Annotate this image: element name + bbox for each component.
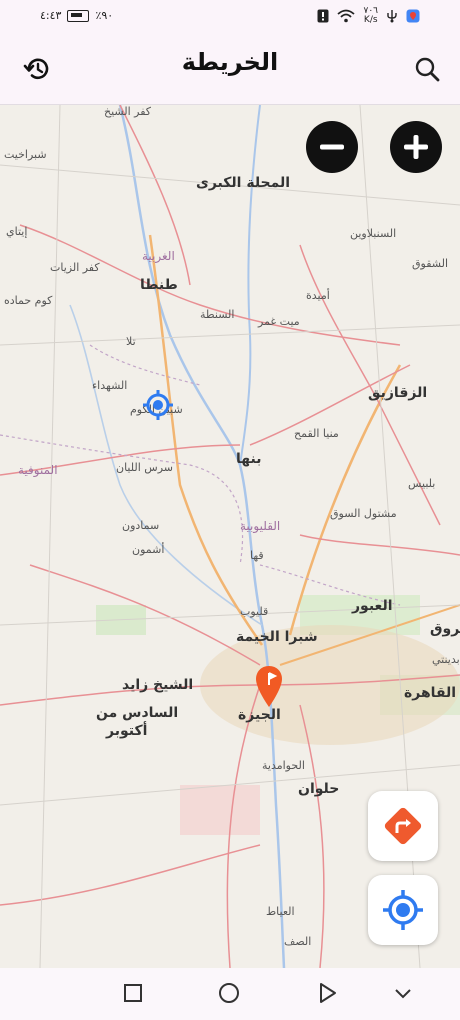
triangle-icon[interactable] <box>314 980 340 1006</box>
map-label: الشهداء <box>92 379 128 392</box>
map-label: العبور <box>352 598 393 614</box>
zoom-in-button[interactable] <box>390 121 442 173</box>
map-label: الجيزة <box>238 707 281 723</box>
map-view[interactable]: كفر الشيخ شبراخيت المحلة الكبرى السنبلاو… <box>0 105 460 968</box>
map-label: شبرا الخيمة <box>236 629 318 645</box>
circle-icon[interactable] <box>216 980 242 1006</box>
maps-notification-icon <box>406 9 420 23</box>
my-location-icon <box>383 890 423 930</box>
map-label: منيا القمح <box>294 427 339 440</box>
alert-icon <box>317 9 329 23</box>
page-title: الخريطة <box>181 48 279 76</box>
search-icon[interactable] <box>412 54 442 84</box>
current-location-icon[interactable] <box>142 389 174 421</box>
system-nav-bar <box>0 968 460 1020</box>
usb-icon <box>387 10 397 23</box>
map-label: أكتوبر <box>106 723 148 739</box>
map-label: الحوامدية <box>262 759 305 772</box>
map-label: العياط <box>266 905 295 918</box>
map-label: السادس من <box>96 705 179 721</box>
map-label: الشيخ زايد <box>122 677 194 693</box>
map-label: الزقازيق <box>368 385 428 401</box>
battery-icon <box>67 9 90 22</box>
status-right: ٧٠٦ K/s <box>317 7 420 25</box>
map-label: شبراخيت <box>4 148 47 161</box>
map-label: أشمون <box>132 543 165 556</box>
location-pin-icon[interactable] <box>254 665 284 709</box>
app-bar: الخريطة <box>0 34 460 105</box>
map-label: السنبلاوين <box>350 227 397 240</box>
battery-percent: ٪٩٠ <box>95 9 114 22</box>
map-label: كفر الزيات <box>50 261 100 274</box>
directions-icon <box>384 807 422 845</box>
zoom-out-button[interactable] <box>306 121 358 173</box>
net-speed: ٧٠٦ K/s <box>363 7 378 25</box>
map-label: بنها <box>236 451 262 467</box>
map-label: إيتاي <box>6 225 28 238</box>
status-left: ٤:٤٣ ٪٩٠ <box>40 9 113 22</box>
map-label: كفر الشيخ <box>104 105 152 118</box>
map-label: تلا <box>126 335 136 348</box>
map-label: مشتول السوق <box>330 507 397 520</box>
map-label: قها <box>250 549 264 562</box>
directions-button[interactable] <box>368 791 438 861</box>
map-label: ميت غمر <box>258 315 300 328</box>
map-label: السنطة <box>200 308 235 321</box>
chevron-down-icon[interactable] <box>390 980 416 1006</box>
map-label: حلوان <box>298 781 340 797</box>
map-label: أميدة <box>306 289 330 302</box>
map-label: بدينتي <box>432 653 460 666</box>
net-speed-unit: K/s <box>363 15 378 25</box>
map-label: الغربية <box>142 249 175 263</box>
minus-icon <box>320 144 344 150</box>
map-label: القاهرة <box>404 685 457 701</box>
map-label: الصف <box>284 935 312 948</box>
map-label: سمادون <box>122 519 160 532</box>
map-label: بلبيس <box>408 477 436 490</box>
map-label: القليوبية <box>240 519 281 533</box>
map-label: كوم حماده <box>4 294 53 307</box>
map-label: المنوفية <box>18 463 58 477</box>
wifi-icon <box>337 9 356 23</box>
time: ٤:٤٣ <box>40 9 62 22</box>
my-location-button[interactable] <box>368 875 438 945</box>
map-label: المحلة الكبرى <box>196 175 291 191</box>
map-label: سرس الليان <box>116 461 174 474</box>
square-icon[interactable] <box>120 980 146 1006</box>
map-label: قليوب <box>240 605 269 618</box>
map-label: الشقوق <box>412 257 449 270</box>
plus-icon <box>404 135 428 159</box>
status-bar: ٤:٤٣ ٪٩٠ ٧٠٦ K/s <box>0 0 460 34</box>
map-label: شروق <box>430 621 460 637</box>
map-label: طنطا <box>140 277 178 293</box>
